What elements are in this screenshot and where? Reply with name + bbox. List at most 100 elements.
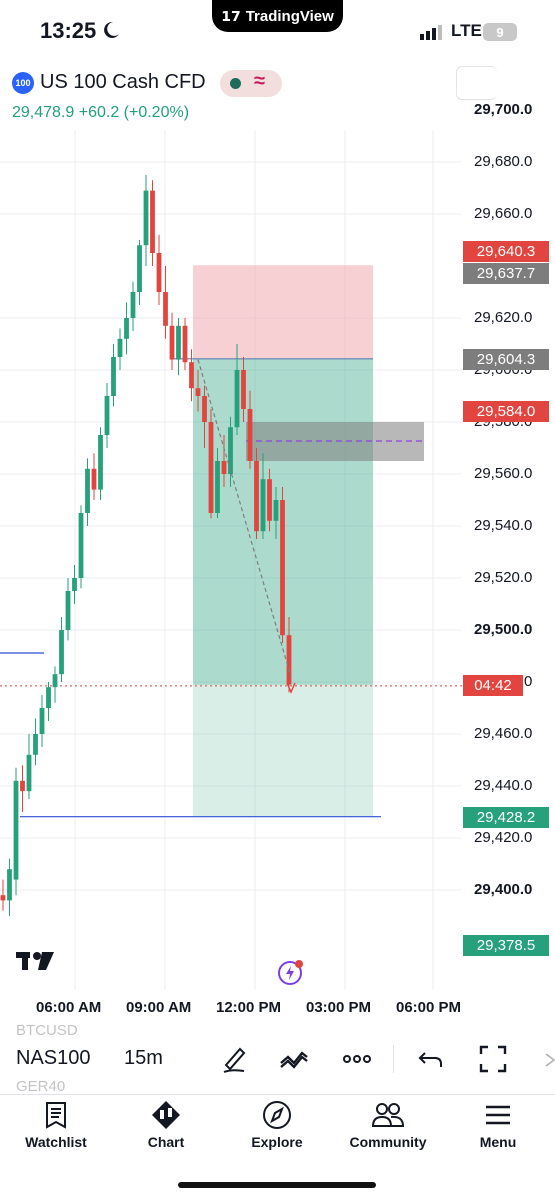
time-tick: 06:00 AM <box>36 999 102 1016</box>
candle-body <box>208 422 214 513</box>
candle-body <box>91 468 97 490</box>
network-type: LTE <box>451 21 482 40</box>
signal-icon <box>420 24 444 45</box>
candle-body <box>273 500 279 521</box>
price-tick-label: 29,680.0 <box>474 153 533 170</box>
more-options-icon[interactable] <box>341 1043 373 1075</box>
symbol-title[interactable]: US 100 Cash CFD <box>40 71 206 94</box>
header-right-button[interactable] <box>456 66 497 100</box>
candle-body <box>202 396 207 422</box>
candle-body <box>137 245 142 292</box>
flash-icon[interactable] <box>277 958 305 991</box>
candle-body <box>215 461 220 513</box>
nav-label: Community <box>349 1134 427 1150</box>
price-tick-label: 29,700.0 <box>474 101 533 118</box>
watchlist-icon <box>46 1102 66 1129</box>
nav-label: Menu <box>479 1134 517 1150</box>
battery-icon: 9 <box>483 23 517 41</box>
candle-body <box>59 630 64 675</box>
candle-body <box>143 190 149 246</box>
price-tick-label: 29,660.0 <box>474 205 533 222</box>
price-tick-label: 29,420.0 <box>474 829 533 846</box>
drawing-pen-icon[interactable] <box>218 1043 250 1075</box>
symbol-badge[interactable]: 100 <box>12 72 34 94</box>
nav-menu[interactable]: Menu <box>448 1100 548 1150</box>
candle-body <box>33 734 38 755</box>
candle-body <box>85 468 90 513</box>
candle-body <box>221 461 227 474</box>
battery-level: 9 <box>496 24 504 40</box>
tradingview-logo-icon: 𝟭𝟳 <box>221 7 241 24</box>
candle-body <box>169 325 175 360</box>
candle-body <box>195 388 201 396</box>
candle-body <box>78 513 84 578</box>
recent-symbol-above[interactable]: BTCUSD <box>16 1022 78 1039</box>
nav-community[interactable]: Community <box>338 1100 438 1150</box>
undo-icon[interactable] <box>415 1043 447 1075</box>
low-reference-tag: 29,378.5 <box>463 935 549 956</box>
entry-price-tag: 29,604.3 <box>463 349 549 370</box>
candle-body <box>182 325 188 363</box>
indicators-icon[interactable] <box>278 1043 310 1075</box>
nav-label: Chart <box>147 1134 185 1150</box>
community-icon <box>371 1103 405 1127</box>
price-tick-label: 29,400.0 <box>474 881 533 898</box>
tradingview-pill: 𝟭𝟳 TradingView <box>212 0 343 32</box>
toolbar-divider <box>393 1045 394 1073</box>
candle-body <box>7 869 12 901</box>
time-tick: 12:00 PM <box>216 999 282 1016</box>
interval-selector[interactable]: 15m <box>124 1047 163 1070</box>
candle-body <box>228 427 233 474</box>
nav-chart[interactable]: Chart <box>116 1100 216 1150</box>
fullscreen-icon[interactable] <box>477 1043 509 1075</box>
wave-icon: ≈ <box>254 70 265 92</box>
tradingview-watermark-icon <box>16 950 56 977</box>
nav-watchlist[interactable]: Watchlist <box>6 1100 106 1150</box>
recent-symbol-below[interactable]: GER40 <box>16 1078 65 1095</box>
candle-body <box>247 409 253 461</box>
status-time: 13:25 <box>40 18 97 43</box>
candle-body <box>176 325 181 360</box>
candle-body <box>286 635 292 685</box>
market-open-dot-icon <box>230 78 241 89</box>
target-price-tag: 29,428.2 <box>463 807 549 828</box>
home-indicator <box>178 1182 376 1188</box>
menu-icon <box>486 1105 510 1125</box>
candle-body <box>163 292 168 326</box>
candle-body <box>72 578 77 591</box>
price-tick-label: 29,500.0 <box>474 621 533 638</box>
candle-body <box>39 708 45 734</box>
price-tick-label: 29,540.0 <box>474 517 533 534</box>
moon-icon <box>101 20 121 45</box>
candle-body <box>241 370 246 409</box>
stop-loss-zone <box>193 265 373 359</box>
candle-body <box>46 687 51 708</box>
candle-body <box>260 479 266 532</box>
tradingview-brand: TradingView <box>245 7 334 25</box>
candle-body <box>98 435 103 490</box>
toolbar-symbol[interactable]: NAS100 <box>16 1047 91 1070</box>
price-chart[interactable] <box>0 130 462 990</box>
candle-body <box>150 190 155 253</box>
candle-body <box>124 318 129 339</box>
candle-body <box>0 895 6 901</box>
candle-body <box>234 370 240 428</box>
stop-loss-price-tag: 29,640.3 <box>463 241 549 262</box>
nav-label: Watchlist <box>25 1134 87 1150</box>
high-reference-tag: 29,637.7 <box>463 263 549 284</box>
candle-body <box>104 396 110 435</box>
time-tick: 09:00 AM <box>126 999 192 1016</box>
nav-explore[interactable]: Explore <box>227 1100 327 1150</box>
candle-body <box>156 253 162 292</box>
candle-body <box>280 500 285 636</box>
candle-body <box>65 591 71 630</box>
nav-label: Explore <box>251 1134 303 1150</box>
candle-body <box>13 780 19 880</box>
time-tick: 03:00 PM <box>306 999 372 1016</box>
candle-body <box>20 780 25 792</box>
candle-body <box>267 479 272 521</box>
candle-body <box>254 461 259 532</box>
alert-price-tag: 29,584.0 <box>463 401 549 422</box>
candle-body <box>130 292 136 318</box>
candle-body <box>26 754 32 792</box>
